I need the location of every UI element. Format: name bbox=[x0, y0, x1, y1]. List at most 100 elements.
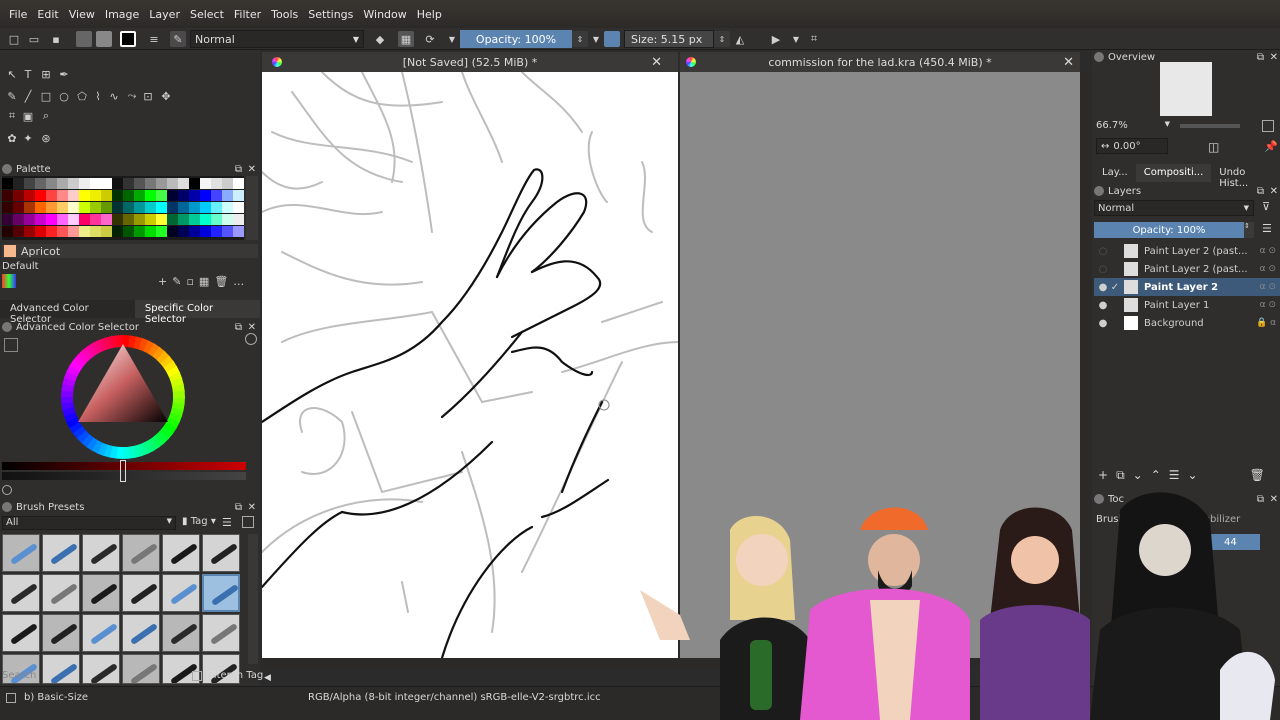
palette-swatch[interactable] bbox=[2, 178, 13, 189]
layer-opacity-slider[interactable]: Opacity: 100% bbox=[1094, 222, 1244, 238]
menu-item-filter[interactable]: Filter bbox=[229, 8, 266, 21]
menu-item-file[interactable]: File bbox=[4, 8, 32, 21]
fill-icon[interactable]: ⊛ bbox=[38, 130, 54, 146]
calligraphy-icon[interactable]: ✒ bbox=[56, 66, 72, 82]
mirror-view-icon[interactable]: ◫ bbox=[1208, 140, 1219, 154]
palette-swatch[interactable] bbox=[13, 178, 24, 189]
tag-button[interactable]: ▮ Tag ▾ bbox=[182, 516, 216, 527]
chevron-down-icon[interactable]: ⌄ bbox=[1188, 468, 1198, 484]
palette-swatch[interactable] bbox=[112, 178, 123, 189]
add-layer-icon[interactable]: + bbox=[1098, 468, 1108, 484]
palette-swatch[interactable] bbox=[134, 226, 145, 237]
text-icon[interactable]: T bbox=[20, 66, 36, 82]
close-icon[interactable]: ✕ bbox=[1270, 52, 1278, 63]
select-icon[interactable]: ↖ bbox=[4, 66, 20, 82]
palette-swatch[interactable] bbox=[79, 214, 90, 225]
layer-blend-select[interactable]: Normal ▼ bbox=[1094, 200, 1254, 216]
visibility-icon[interactable]: ● bbox=[1096, 282, 1110, 293]
palette-swatch[interactable] bbox=[156, 178, 167, 189]
crop-icon[interactable]: ⌗ bbox=[806, 31, 822, 47]
brush-search-input[interactable]: Search bbox=[2, 670, 182, 684]
palette-swatch[interactable] bbox=[233, 178, 244, 189]
float-icon[interactable]: ⧉ bbox=[235, 322, 242, 333]
palette-swatch[interactable] bbox=[233, 214, 244, 225]
palette-swatch[interactable] bbox=[57, 178, 68, 189]
palette-swatch[interactable] bbox=[189, 226, 200, 237]
palette-swatch[interactable] bbox=[156, 214, 167, 225]
palette-swatch[interactable] bbox=[46, 202, 57, 213]
gradient-tool-icon[interactable]: ▣ bbox=[20, 108, 36, 124]
save-palette-icon[interactable]: ▫ bbox=[186, 275, 193, 288]
palette-swatch[interactable] bbox=[57, 214, 68, 225]
close-icon[interactable]: ✕ bbox=[1270, 186, 1278, 197]
palette-swatch[interactable] bbox=[13, 190, 24, 201]
reload-icon[interactable]: ⟳ bbox=[422, 31, 438, 47]
palette-swatch[interactable] bbox=[156, 202, 167, 213]
palette-swatch[interactable] bbox=[134, 214, 145, 225]
brush-preset[interactable] bbox=[122, 534, 160, 572]
palette-swatch[interactable] bbox=[79, 190, 90, 201]
zoom-slider[interactable] bbox=[1180, 124, 1240, 128]
menu-item-view[interactable]: View bbox=[64, 8, 100, 21]
palette-swatch[interactable] bbox=[123, 226, 134, 237]
menu-item-edit[interactable]: Edit bbox=[32, 8, 63, 21]
float-icon[interactable]: ⧉ bbox=[1257, 186, 1264, 197]
palette-swatch[interactable] bbox=[145, 190, 156, 201]
palette-swatch[interactable] bbox=[57, 190, 68, 201]
palette-swatch[interactable] bbox=[68, 190, 79, 201]
palette-swatch[interactable] bbox=[46, 214, 57, 225]
palette-swatch[interactable] bbox=[2, 190, 13, 201]
palette-icon-small[interactable] bbox=[2, 274, 16, 288]
color-name-row[interactable]: Apricot bbox=[2, 244, 258, 258]
layer-row[interactable]: ● Background 🔒 α bbox=[1094, 314, 1280, 332]
palette-swatch[interactable] bbox=[46, 178, 57, 189]
zoom-select[interactable]: 66.7% ▼ bbox=[1096, 120, 1172, 134]
brush-preset[interactable] bbox=[162, 534, 200, 572]
blend-mode-select[interactable]: Normal ▼ bbox=[190, 30, 364, 48]
float-icon[interactable]: ⧉ bbox=[235, 502, 242, 513]
palette-swatch[interactable] bbox=[156, 226, 167, 237]
palette-swatch[interactable] bbox=[35, 202, 46, 213]
menu-item-help[interactable]: Help bbox=[412, 8, 447, 21]
slider-handle[interactable] bbox=[120, 460, 126, 482]
palette-swatch[interactable] bbox=[134, 178, 145, 189]
delete-layer-icon[interactable]: 🗑 bbox=[1250, 468, 1265, 484]
palette-swatch[interactable] bbox=[68, 178, 79, 189]
palette-swatch[interactable] bbox=[35, 190, 46, 201]
palette-swatch[interactable] bbox=[35, 226, 46, 237]
palette-swatch[interactable] bbox=[68, 202, 79, 213]
alpha-icon[interactable]: α ⊙ bbox=[1260, 246, 1276, 256]
palette-swatch[interactable] bbox=[46, 190, 57, 201]
brush-preset-icon[interactable]: ✎ bbox=[170, 31, 186, 47]
tab-layers[interactable]: Lay... bbox=[1094, 164, 1136, 182]
palette-swatch[interactable] bbox=[101, 226, 112, 237]
palette-swatch[interactable] bbox=[167, 190, 178, 201]
brush-preset[interactable] bbox=[162, 574, 200, 612]
palette-swatch[interactable] bbox=[222, 202, 233, 213]
fg-bg-color-icon[interactable] bbox=[120, 31, 136, 47]
close-icon[interactable]: ✕ bbox=[248, 164, 256, 175]
open-document-icon[interactable]: ▭ bbox=[26, 31, 42, 47]
tab-commission[interactable]: commission for the lad.kra (450.4 MiB) *… bbox=[680, 52, 1080, 72]
alpha-icon[interactable]: α ⊙ bbox=[1260, 282, 1276, 292]
palette-swatch[interactable] bbox=[101, 178, 112, 189]
palette-swatch[interactable] bbox=[167, 226, 178, 237]
lock-icon[interactable]: 🔒 α bbox=[1256, 318, 1276, 328]
canvas-sketch[interactable] bbox=[262, 72, 678, 658]
layer-row[interactable]: ○ Paint Layer 2 (past... α ⊙ bbox=[1094, 242, 1280, 260]
tab-compositions[interactable]: Compositi... bbox=[1135, 164, 1212, 182]
save-icon[interactable]: ▪ bbox=[48, 31, 64, 47]
palette-swatch[interactable] bbox=[123, 178, 134, 189]
menu-item-select[interactable]: Select bbox=[185, 8, 229, 21]
brush-preset[interactable] bbox=[122, 574, 160, 612]
visibility-icon[interactable]: ○ bbox=[1096, 264, 1110, 275]
palette-swatch[interactable] bbox=[233, 190, 244, 201]
palette-swatch[interactable] bbox=[222, 190, 233, 201]
gradient-icon[interactable] bbox=[96, 31, 112, 47]
palette-swatch[interactable] bbox=[112, 202, 123, 213]
ellipse-icon[interactable]: ○ bbox=[56, 88, 72, 104]
palette-swatch[interactable] bbox=[211, 190, 222, 201]
palette-swatch[interactable] bbox=[211, 226, 222, 237]
palette-swatch[interactable] bbox=[112, 190, 123, 201]
palette-swatch[interactable] bbox=[167, 178, 178, 189]
